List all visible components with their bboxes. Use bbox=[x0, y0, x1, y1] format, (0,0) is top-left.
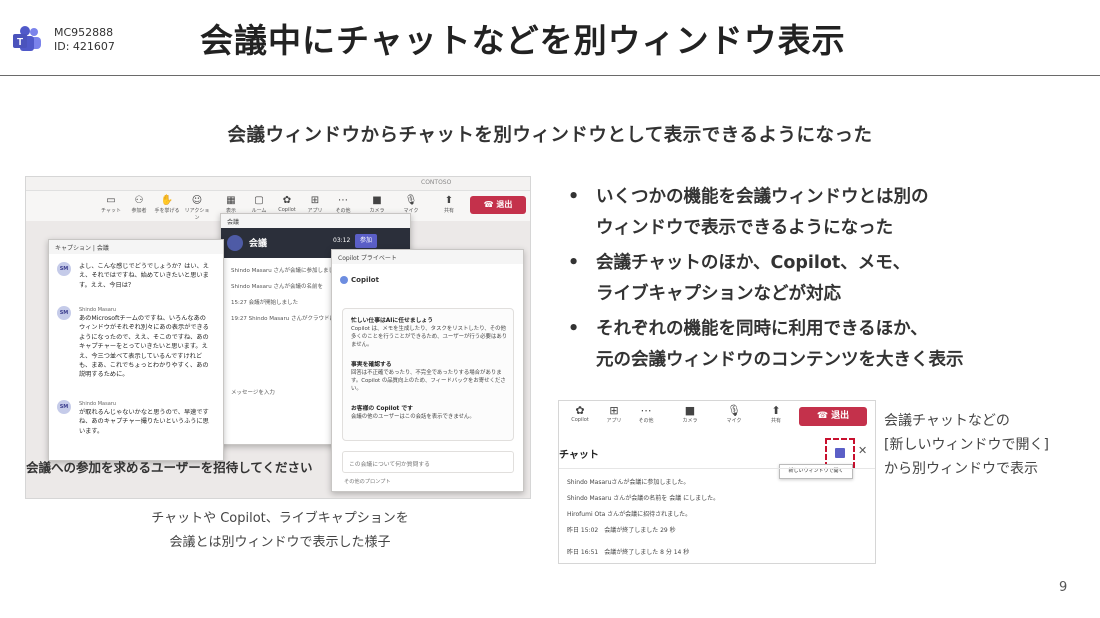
chat-icon: ▭ bbox=[106, 195, 116, 206]
slide-title: 会議中にチャットなどを別ウィンドウ表示 bbox=[200, 21, 846, 60]
separate-windows-screenshot: CONTOSO ▭ チャット ⚇ 参加者 ✋ 手を挙げる ☺ リアクション ▦ 表示 ▢ ル… bbox=[25, 176, 531, 499]
bullet-dot-icon: • bbox=[568, 187, 580, 207]
caption-window-title: キャプション | 会議 bbox=[49, 240, 223, 254]
copilot-window: Copilot プライベート Copilot 忙しい仕事はAIに任せましょう Co… bbox=[331, 249, 524, 492]
meeting-event-line: Shindo Masaru さんが会議に参加しました。 bbox=[231, 268, 345, 274]
toolbar-people-button[interactable]: ⚇ 参加者 bbox=[126, 195, 152, 214]
mic-icon: 🎙 bbox=[404, 195, 418, 206]
meeting-event-line: Shindo Masaru さんが会議の名前を bbox=[231, 284, 323, 290]
caption-text: Shindo Masaru あのMicrosoftチームのですね、いろんなあのウィ… bbox=[79, 307, 209, 379]
copilot-heading: Copilot bbox=[340, 276, 379, 284]
copilot-tip: お客様の Copilot です 会議の他のユーザーはこの会話を表示できません。 bbox=[351, 406, 475, 420]
roadmap-id: ID: 421607 bbox=[54, 40, 115, 53]
copilot-prompt-input[interactable]: この会議について何か質問する bbox=[342, 451, 514, 473]
leave-button[interactable]: ☎ 退出 bbox=[799, 407, 867, 426]
org-name: CONTOSO bbox=[421, 179, 452, 186]
toolbar-more-button[interactable]: ⋯ その他 bbox=[330, 195, 356, 214]
message-input[interactable]: メッセージを入力 bbox=[231, 388, 275, 396]
avatar: SM bbox=[57, 262, 71, 276]
message-center-id: MC952888 ID: 421607 bbox=[54, 26, 115, 54]
chat-event-line: Shindo Masaru さんが会議の名前を 会議 にしました。 bbox=[567, 495, 720, 502]
copilot-icon: ✿ bbox=[282, 195, 292, 206]
share-icon: ⬆ bbox=[771, 404, 781, 417]
avatar: SM bbox=[57, 306, 71, 320]
camera-icon: ■ bbox=[684, 404, 696, 417]
toolbar-share-button[interactable]: ⬆ 共有 bbox=[436, 195, 462, 214]
chat-popout-screenshot: ✿ Copilot ⊞ アプリ ⋯ その他 ■ カメラ 🎙 マイク ⬆ 共有 ☎ 退出 チャ… bbox=[558, 400, 876, 564]
more-prompts-link[interactable]: その他のプロンプト bbox=[344, 478, 391, 485]
copilot-intro-card: 忙しい仕事はAIに任せましょう Copilot は、メモを生成したり、タスクをリス… bbox=[342, 308, 514, 441]
live-caption-window: キャプション | 会議 SM よし、こんな感じでどうでしょうか？はい、ええ、それ… bbox=[48, 239, 224, 461]
toolbar-chat-button[interactable]: ▭ チャット bbox=[98, 195, 124, 214]
toolbar-camera-button[interactable]: ■ カメラ bbox=[364, 195, 390, 214]
leave-button[interactable]: ☎ 退出 bbox=[470, 196, 526, 214]
join-button[interactable]: 参加 bbox=[355, 234, 377, 248]
chat-event-line: 昨日 15:02 会議が終了しました 29 秒 bbox=[567, 527, 676, 534]
chat-panel-title: チャット bbox=[559, 450, 599, 461]
meeting-name: 会議 bbox=[249, 239, 268, 249]
toolbar-apps-button[interactable]: ⊞ アプリ bbox=[599, 404, 629, 424]
toolbar-raise-hand-button[interactable]: ✋ 手を挙げる bbox=[154, 195, 180, 214]
meeting-event-line: 15:27 会議が開始しました bbox=[231, 300, 299, 306]
more-icon: ⋯ bbox=[338, 195, 348, 206]
more-icon: ⋯ bbox=[640, 404, 652, 417]
toolbar-view-button[interactable]: ▦ 表示 bbox=[218, 195, 244, 214]
toolbar-more-button[interactable]: ⋯ その他 bbox=[631, 404, 661, 424]
meeting-event-line: 19:27 Shindo Masaru さんがクラウドに bbox=[231, 316, 336, 322]
toolbar-rooms-button[interactable]: ▢ ルーム bbox=[246, 195, 272, 214]
camera-icon: ■ bbox=[372, 195, 382, 206]
toolbar-react-button[interactable]: ☺ リアクション bbox=[184, 195, 210, 221]
teams-logo-icon: T bbox=[13, 26, 41, 51]
page-number: 9 bbox=[1059, 580, 1068, 595]
people-icon: ⚇ bbox=[134, 195, 144, 206]
invite-prompt-text: 会議への参加を求めるユーザーを招待してください bbox=[26, 460, 313, 475]
toolbar-copilot-button[interactable]: ✿ Copilot bbox=[274, 195, 300, 213]
hand-icon: ✋ bbox=[160, 195, 174, 206]
close-icon[interactable]: ✕ bbox=[858, 444, 867, 457]
share-icon: ⬆ bbox=[444, 195, 454, 206]
rooms-icon: ▢ bbox=[254, 195, 264, 206]
teams-title-bar: CONTOSO bbox=[26, 177, 530, 191]
phone-icon: ☎ bbox=[816, 411, 832, 421]
slide-subtitle: 会議ウィンドウからチャットを別ウィンドウとして表示できるようになった bbox=[227, 125, 873, 146]
copilot-icon: ✿ bbox=[575, 404, 585, 417]
slide-header: T MC952888 ID: 421607 会議中にチャットなどを別ウィンドウ表… bbox=[0, 0, 1100, 76]
svg-text:T: T bbox=[17, 37, 23, 48]
copilot-tip: 忙しい仕事はAIに任せましょう Copilot は、メモを生成したり、タスクをリス… bbox=[351, 318, 508, 348]
meeting-window-title: 会議 bbox=[221, 214, 410, 228]
open-in-new-window-tooltip: 新しいウィンドウで開く bbox=[779, 464, 853, 479]
meeting-timer: 03:12 bbox=[333, 237, 351, 244]
mic-icon: 🎙 bbox=[727, 404, 741, 417]
chat-event-line: Shindo Masaruさんが会議に参加しました。 bbox=[567, 479, 690, 486]
caption-text: Shindo Masaru が取れるんじゃないかなと思うので、早速ですね、あのキャ… bbox=[79, 401, 209, 435]
apps-icon: ⊞ bbox=[609, 404, 619, 417]
chat-event-line: 昨日 16:51 会議が終了しました 8 分 14 秒 bbox=[567, 549, 690, 556]
copilot-icon bbox=[340, 276, 348, 284]
grid-icon: ▦ bbox=[226, 195, 236, 206]
pop-out-icon[interactable] bbox=[835, 448, 845, 458]
toolbar-camera-button[interactable]: ■ カメラ bbox=[675, 404, 705, 424]
mc-number: MC952888 bbox=[54, 26, 114, 39]
chat-event-line: Hirofumi Ota さんが会議に招待されました。 bbox=[567, 511, 692, 518]
toolbar-mic-button[interactable]: 🎙 マイク bbox=[719, 404, 749, 424]
smile-icon: ☺ bbox=[191, 195, 203, 206]
caption-text: よし、こんな感じでどうでしょうか？はい、ええ、それではですね、始めていきたいと思… bbox=[79, 263, 209, 289]
toolbar-mic-button[interactable]: 🎙 マイク bbox=[398, 195, 424, 214]
phone-icon: ☎ bbox=[483, 200, 497, 209]
toolbar-copilot-button[interactable]: ✿ Copilot bbox=[565, 404, 595, 423]
divider bbox=[559, 468, 875, 469]
bullet-dot-icon: • bbox=[568, 253, 580, 273]
avatar: SM bbox=[57, 400, 71, 414]
toolbar-apps-button[interactable]: ⊞ アプリ bbox=[302, 195, 328, 214]
bullet-dot-icon: • bbox=[568, 319, 580, 339]
meeting-icon bbox=[227, 235, 243, 251]
copilot-window-title: Copilot プライベート bbox=[332, 250, 523, 264]
right-screenshot-caption: 会議チャットなどの [新しいウィンドウで開く] から別ウィンドウで表示 bbox=[884, 413, 1049, 477]
toolbar-share-button[interactable]: ⬆ 共有 bbox=[761, 404, 791, 424]
left-screenshot-caption: チャットや Copilot、ライブキャプションを 会議とは別ウィンドウで表示した… bbox=[151, 511, 409, 550]
apps-icon: ⊞ bbox=[310, 195, 320, 206]
copilot-tip: 事実を確認する 回答は不正確であったり、不完全であったりする場合があります。Cop… bbox=[351, 362, 506, 392]
